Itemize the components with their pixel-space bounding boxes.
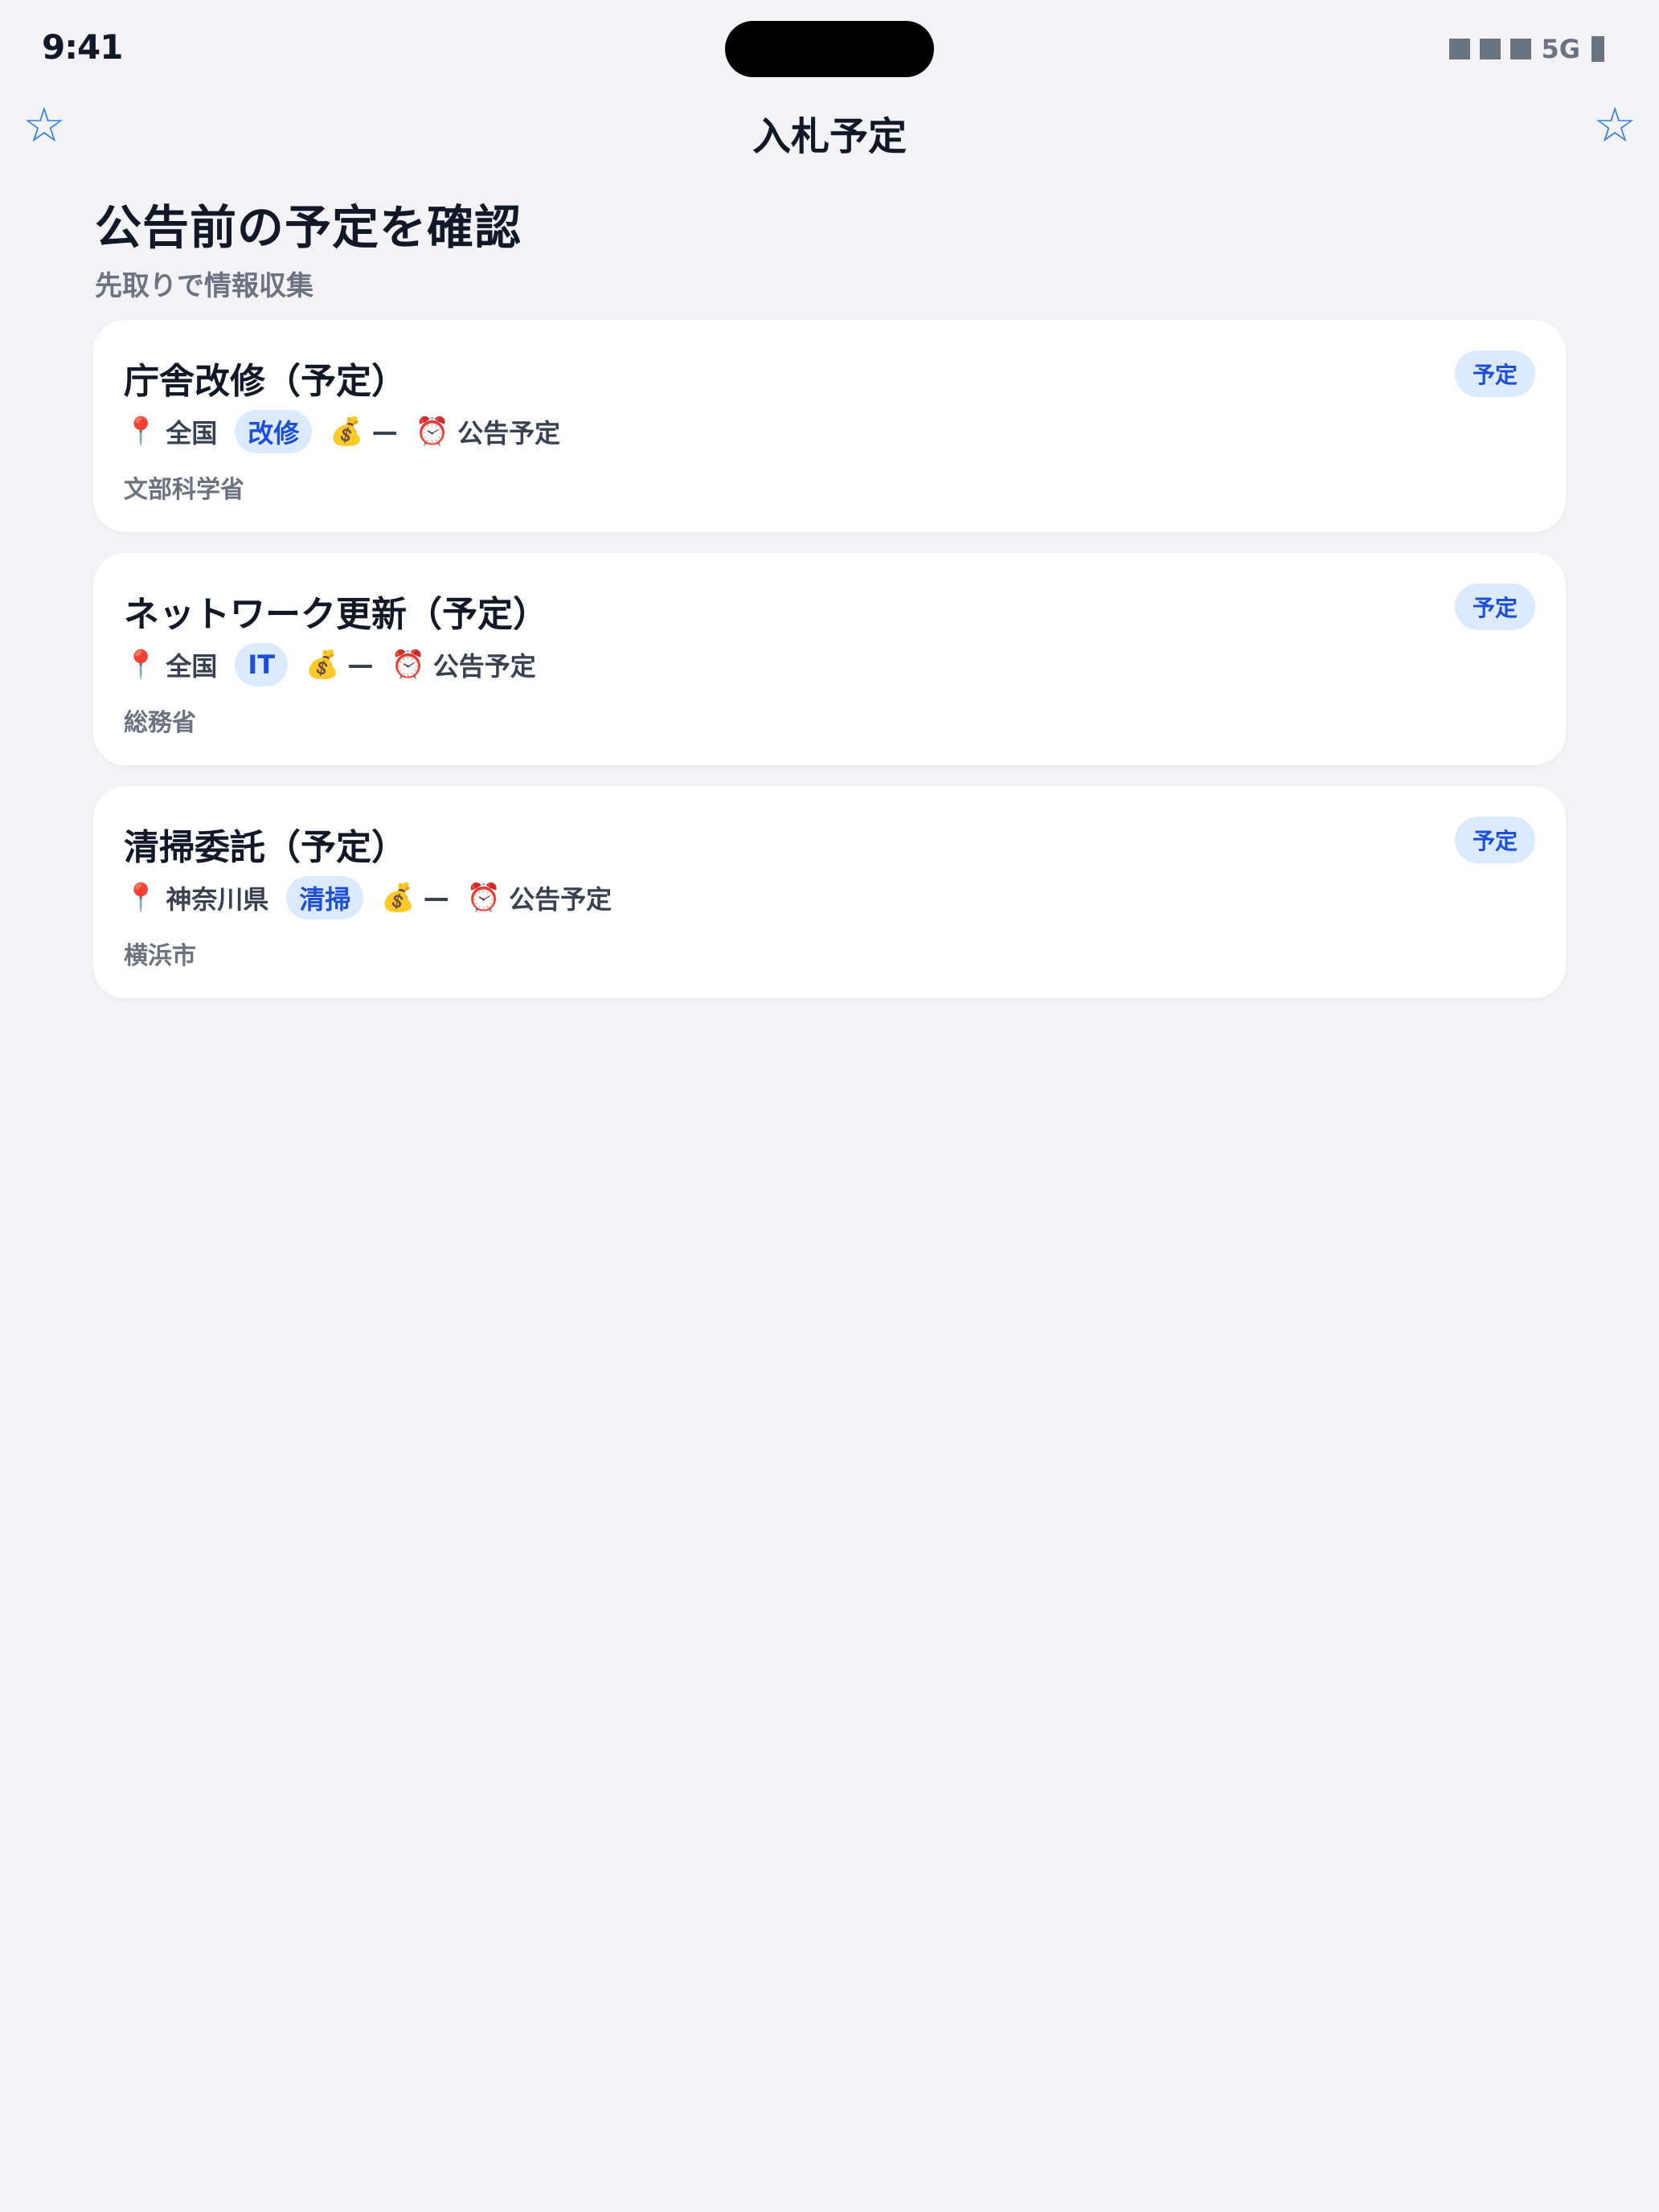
money-bag-icon: 💰 [305, 649, 340, 681]
agency-name: 総務省 [124, 709, 196, 737]
alarm-clock-icon: ⏰ [466, 882, 502, 914]
card-meta: 📍 神奈川県 清掃 💰 — ⏰ 公告予定 [124, 876, 612, 920]
page-title: 公告前の予定を確認 [95, 200, 522, 255]
status-badge: 予定 [1454, 817, 1535, 863]
signal-icon [1510, 39, 1532, 59]
schedule-list: 庁舎改修（予定） 予定 📍 全国 改修 💰 — ⏰ 公告予定 文部科学省 ネット… [93, 320, 1566, 1019]
money-bag-icon: 💰 [330, 416, 364, 448]
status-indicators: 5G [1449, 34, 1604, 64]
schedule-card[interactable]: ネットワーク更新（予定） 予定 📍 全国 IT 💰 — ⏰ 公告予定 総務省 [93, 553, 1566, 765]
notice-status: 公告予定 [432, 651, 536, 682]
notice-status: 公告予定 [509, 884, 612, 915]
status-badge: 予定 [1454, 584, 1535, 630]
money-bag-icon: 💰 [381, 882, 416, 914]
app-screen: 9:41 5G ☆ 入札予定 ☆ 公告前の予定を確認 先取りで情報収集 庁舎改修… [0, 0, 1659, 2212]
location-label: 全国 [166, 418, 218, 449]
network-label: 5G [1541, 34, 1580, 64]
notice-status: 公告予定 [457, 418, 561, 449]
card-title: ネットワーク更新（予定） [124, 594, 548, 635]
category-tag: 改修 [235, 410, 313, 453]
page-subtitle: 先取りで情報収集 [95, 270, 313, 302]
battery-icon [1591, 36, 1604, 62]
card-title: 庁舎改修（予定） [124, 361, 407, 402]
category-tag: 清掃 [286, 876, 364, 920]
budget-value: — [371, 416, 398, 447]
budget-value: — [423, 883, 449, 913]
category-tag: IT [235, 643, 289, 686]
location-pin-icon: 📍 [124, 882, 158, 914]
location-label: 全国 [166, 651, 218, 682]
location-pin-icon: 📍 [124, 416, 158, 448]
alarm-clock-icon: ⏰ [391, 649, 425, 681]
schedule-card[interactable]: 清掃委託（予定） 予定 📍 神奈川県 清掃 💰 — ⏰ 公告予定 横浜市 [93, 786, 1566, 998]
nav-title: 入札予定 [752, 114, 907, 159]
schedule-card[interactable]: 庁舎改修（予定） 予定 📍 全国 改修 💰 — ⏰ 公告予定 文部科学省 [93, 320, 1566, 532]
star-outline-icon[interactable]: ☆ [1593, 101, 1636, 150]
budget-value: — [347, 649, 374, 680]
agency-name: 横浜市 [124, 942, 196, 970]
status-time: 9:41 [42, 27, 123, 67]
dynamic-island [725, 21, 934, 77]
alarm-clock-icon: ⏰ [415, 416, 450, 448]
card-title: 清掃委託（予定） [124, 827, 407, 868]
signal-icon [1480, 39, 1501, 59]
location-label: 神奈川県 [166, 884, 269, 915]
card-meta: 📍 全国 改修 💰 — ⏰ 公告予定 [124, 410, 560, 453]
agency-name: 文部科学省 [124, 476, 244, 504]
location-pin-icon: 📍 [124, 649, 158, 681]
signal-icon [1449, 39, 1471, 59]
status-badge: 予定 [1454, 350, 1535, 397]
card-meta: 📍 全国 IT 💰 — ⏰ 公告予定 [124, 643, 536, 686]
